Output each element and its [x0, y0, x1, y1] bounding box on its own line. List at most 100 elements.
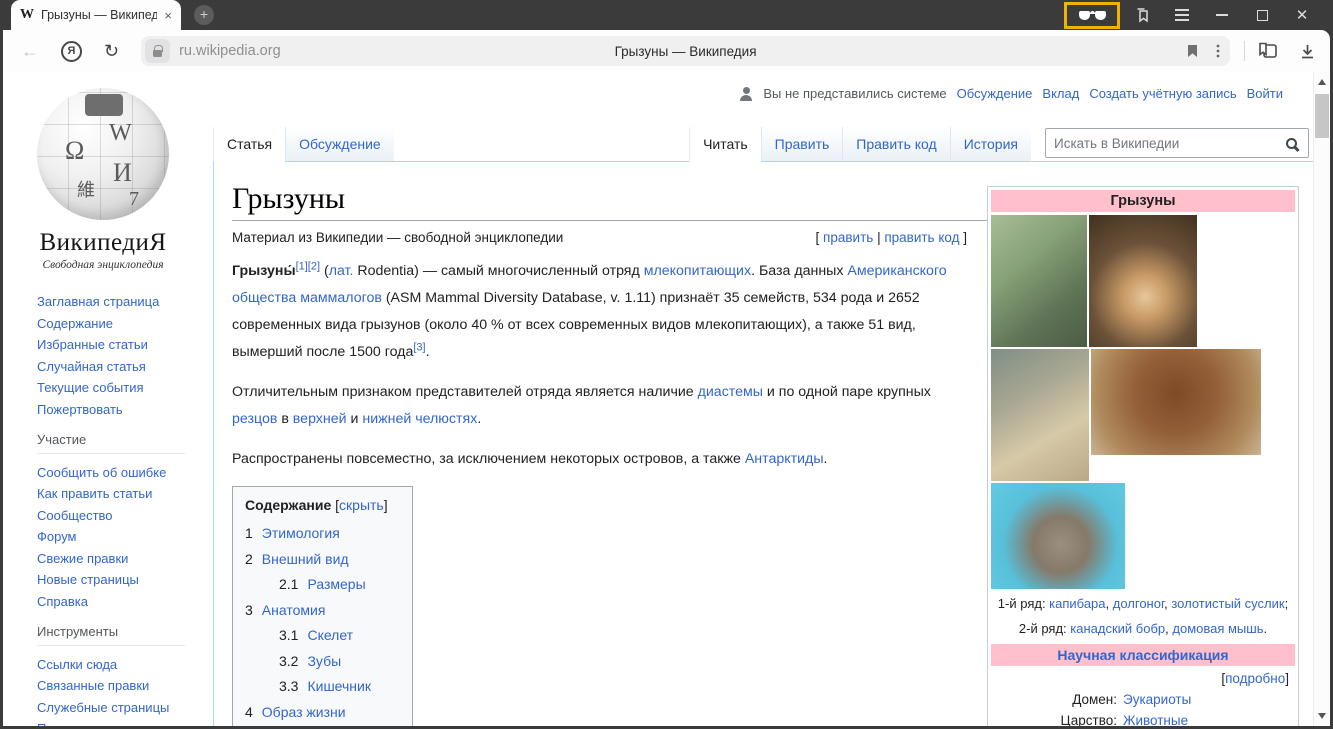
- site-security-badge[interactable]: [145, 39, 170, 63]
- address-bar: ← Я ↻ ru.wikipedia.org Грызуны — Википед…: [3, 30, 1330, 72]
- sidebar-item-related-changes[interactable]: Связанные правки: [37, 679, 203, 692]
- omnibox[interactable]: ru.wikipedia.org Грызуны — Википедия: [141, 36, 1230, 66]
- tab-edit[interactable]: Править: [761, 127, 843, 161]
- sidebar-item-community[interactable]: Сообщество: [37, 509, 203, 522]
- house-mouse-image[interactable]: [991, 483, 1125, 589]
- collage-caption-row1: 1-й ряд: капибара, долгоног, золотистый …: [995, 594, 1291, 614]
- scroll-up-button[interactable]: [1318, 79, 1326, 85]
- toc-item-3-2: 3.2Зубы: [245, 649, 388, 675]
- personal-link-create-account[interactable]: Создать учётную запись: [1089, 86, 1236, 101]
- taxo-row-kingdom: Царство: Животные: [991, 710, 1295, 726]
- page-scrollbar[interactable]: [1313, 72, 1330, 726]
- site-subtitle: Материал из Википедии — свободной энцикл…: [232, 230, 563, 245]
- browser-tab-title: Грызуны — Википедия: [41, 8, 157, 22]
- wikipedia-globe-logo[interactable]: Ω W И 維 7: [37, 88, 169, 220]
- tab-history[interactable]: История: [950, 127, 1031, 161]
- tab-article[interactable]: Статья: [213, 127, 285, 162]
- tab-close-icon[interactable]: ×: [164, 9, 172, 22]
- ground-squirrel-image[interactable]: [991, 349, 1089, 481]
- capybara-image[interactable]: [991, 215, 1087, 347]
- taxobox: Грызуны 1-й ряд: капибара, долгоног, зол…: [987, 186, 1299, 726]
- download-icon[interactable]: [1299, 43, 1316, 60]
- sidebar-item-featured[interactable]: Избранные статьи: [37, 338, 203, 351]
- sidebar-header-participation: Участие: [37, 432, 185, 454]
- toolbar-divider: [1244, 41, 1245, 61]
- user-icon: [739, 87, 753, 101]
- toc-item-2: 2Внешний вид: [245, 547, 388, 573]
- personal-link-talk[interactable]: Обсуждение: [957, 86, 1033, 101]
- tab-read[interactable]: Читать: [689, 127, 761, 162]
- logo-tagline: Свободная энциклопедия: [3, 259, 203, 271]
- toc-item-3-3: 3.3Кишечник: [245, 674, 388, 700]
- springhare-image[interactable]: [1089, 215, 1197, 347]
- toc-item-2-1: 2.1Размеры: [245, 572, 388, 598]
- toc-item-3: 3Анатомия: [245, 598, 388, 624]
- browser-tab[interactable]: W Грызуны — Википедия ×: [11, 0, 181, 30]
- wiki-head: Вы не представились системе Обсуждение В…: [213, 72, 1313, 162]
- sidebar-item-help[interactable]: Справка: [37, 595, 203, 608]
- sidebar-item-main-page[interactable]: Заглавная страница: [37, 295, 203, 308]
- personal-link-contributions[interactable]: Вклад: [1042, 86, 1079, 101]
- minimize-icon: [1216, 14, 1228, 16]
- collage-caption-row2: 2-й ряд: канадский бобр, домовая мышь.: [995, 619, 1291, 639]
- tab-edit-source[interactable]: Править код: [842, 127, 949, 161]
- classification-details-link: [подробно]: [991, 666, 1295, 689]
- search-input[interactable]: [1054, 136, 1286, 151]
- sidebar-item-report-error[interactable]: Сообщить об ошибке: [37, 466, 203, 479]
- wiki-search-box: [1045, 128, 1309, 158]
- reader-glasses-icon[interactable]: [1079, 11, 1106, 20]
- toc-title: Содержание: [245, 497, 331, 513]
- sidebar-item-permanent-link[interactable]: Постоянная ссылка: [37, 722, 203, 726]
- back-button[interactable]: ←: [21, 41, 39, 62]
- page-title-center: Грызуны — Википедия: [141, 44, 1230, 59]
- close-icon: ✕: [1296, 8, 1309, 23]
- toc-item-3-1: 3.1Скелет: [245, 623, 388, 649]
- browser-tab-bar: W Грызуны — Википедия × + ✕: [3, 0, 1330, 30]
- paragraph-2: Отличительным признаком представителей о…: [232, 379, 977, 433]
- tab-groups-icon: [1134, 7, 1151, 24]
- more-options-icon[interactable]: [1216, 43, 1220, 59]
- sidebar-item-recent-changes[interactable]: Свежие правки: [37, 552, 203, 565]
- minimize-button[interactable]: [1202, 14, 1242, 16]
- personal-link-login[interactable]: Войти: [1247, 86, 1283, 101]
- anon-notice: Вы не представились системе: [763, 86, 946, 101]
- close-window-button[interactable]: ✕: [1282, 8, 1322, 23]
- url-text[interactable]: ru.wikipedia.org: [179, 43, 281, 59]
- toc-toggle: [скрыть]: [335, 497, 387, 513]
- sidebar-item-current-events[interactable]: Текущие события: [37, 381, 203, 394]
- sidebar-item-random[interactable]: Случайная статья: [37, 360, 203, 373]
- sidebar-item-what-links-here[interactable]: Ссылки сюда: [37, 658, 203, 671]
- scrollbar-thumb[interactable]: [1315, 94, 1329, 138]
- sidebar-header-tools: Инструменты: [37, 624, 185, 646]
- section-edit-links: [ править | править код ]: [816, 230, 967, 245]
- page-viewport: Ω W И 維 7 ВикипедиЯ Свободная энциклопед…: [3, 72, 1330, 726]
- collections-icon[interactable]: [1257, 42, 1279, 60]
- scroll-down-button[interactable]: [1318, 713, 1326, 719]
- highlight-box: [1064, 2, 1120, 29]
- wikipedia-favicon: W: [20, 7, 34, 23]
- taxobox-title: Грызуны: [991, 190, 1295, 212]
- article-content: Грызуны 1-й ряд: капибара, долгоног, зол…: [213, 162, 1313, 726]
- sidebar-item-new-pages[interactable]: Новые страницы: [37, 573, 203, 586]
- tab-groups-button[interactable]: [1122, 7, 1162, 24]
- search-icon[interactable]: [1286, 138, 1297, 149]
- sidebar-item-how-to-edit[interactable]: Как править статьи: [37, 487, 203, 500]
- sidebar-item-forum[interactable]: Форум: [37, 530, 203, 543]
- maximize-button[interactable]: [1242, 10, 1282, 21]
- sidebar-item-donate[interactable]: Пожертвовать: [37, 403, 203, 416]
- classification-header: Научная классификация: [991, 644, 1295, 666]
- personal-bar: Вы не представились системе Обсуждение В…: [739, 86, 1283, 101]
- toc-item-4-1: 4.1Питание: [245, 725, 388, 726]
- bookmark-flag-icon[interactable]: [1185, 43, 1200, 59]
- tab-discussion[interactable]: Обсуждение: [285, 127, 394, 161]
- beaver-image[interactable]: [1091, 349, 1261, 455]
- sidebar-item-special-pages[interactable]: Служебные страницы: [37, 701, 203, 714]
- browser-menu-button[interactable]: [1162, 9, 1202, 21]
- new-tab-button[interactable]: +: [194, 5, 214, 25]
- taxo-row-domain: Домен: Эукариоты: [991, 689, 1295, 710]
- reload-button[interactable]: ↻: [104, 41, 119, 62]
- yandex-button[interactable]: Я: [61, 41, 82, 62]
- wikipedia-wordmark[interactable]: ВикипедиЯ: [3, 229, 203, 257]
- sidebar-item-contents[interactable]: Содержание: [37, 317, 203, 330]
- paragraph-1: Грызуны́[1][2] (лат. Rodentia) — самый м…: [232, 258, 977, 366]
